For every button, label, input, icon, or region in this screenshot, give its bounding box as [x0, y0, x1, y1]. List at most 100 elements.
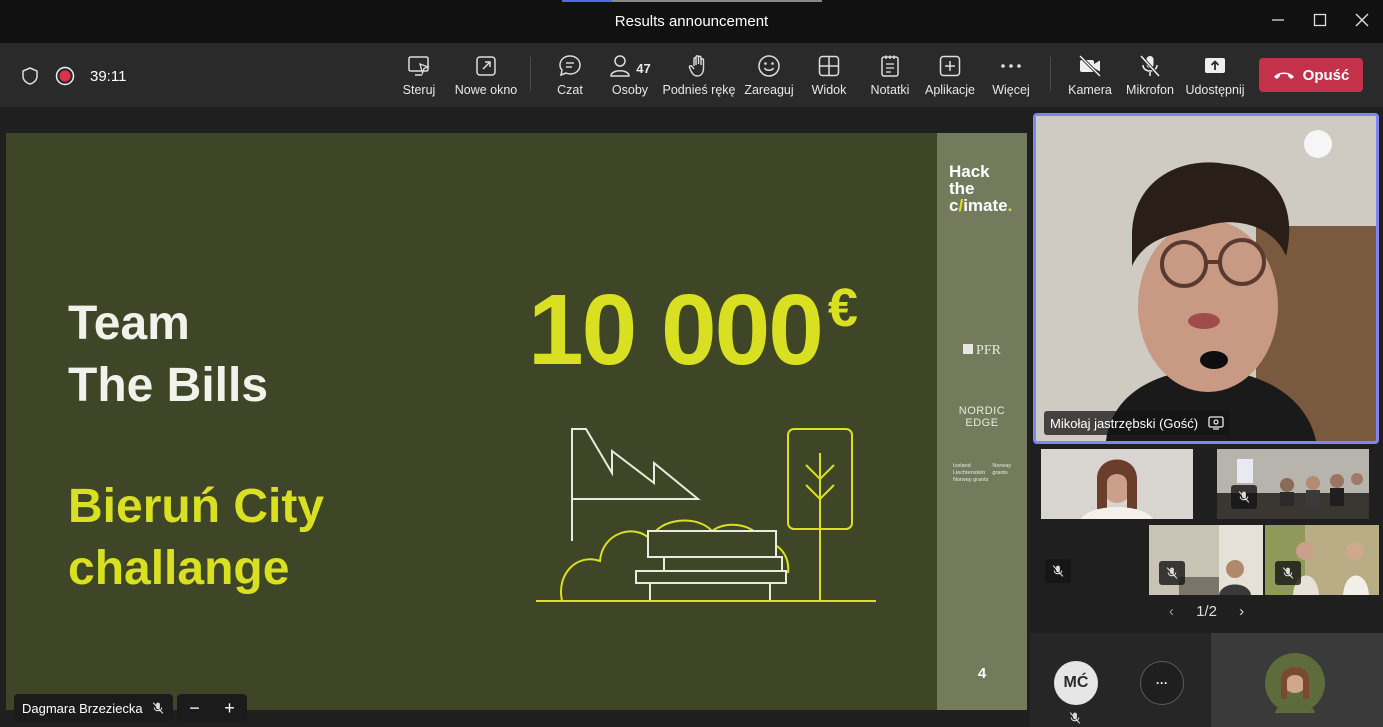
leave-button[interactable]: Opuść	[1259, 58, 1363, 92]
apps-label: Aplikacje	[924, 83, 976, 97]
nordic-edge-logo: NORDIC EDGE	[937, 405, 1027, 429]
nordic-text: NORDIC	[958, 405, 1006, 417]
title-tab-line	[612, 0, 822, 2]
zoom-controls: − +	[177, 694, 247, 722]
hang-up-icon	[1273, 72, 1294, 79]
layout-icon	[818, 55, 840, 77]
muted-indicator	[1159, 561, 1185, 585]
participant-video-frame	[1265, 653, 1325, 713]
pfr-mark	[963, 344, 974, 354]
close-icon	[1355, 13, 1369, 27]
zoom-out-button[interactable]: −	[189, 698, 200, 719]
raise-hand-button[interactable]: Podnieś rękę	[662, 53, 736, 103]
emoji-icon	[758, 55, 780, 77]
people-button[interactable]: 47 Osoby	[608, 53, 652, 103]
slide-sponsor-panel: Hack the c/imate. PFR NORDIC EDGE Icelan…	[937, 133, 1027, 710]
pop-out-icon	[476, 56, 496, 76]
more-icon	[1001, 64, 1021, 68]
eea-norway-grants: Norway grants	[952, 477, 989, 483]
view-button[interactable]: Widok	[808, 53, 850, 103]
share-button[interactable]: Udostępnij	[1184, 53, 1246, 103]
mic-off-icon	[152, 702, 163, 714]
muted-indicator	[1275, 561, 1301, 585]
brand-line-2: the	[949, 179, 975, 198]
avatar[interactable]: MĆ	[1054, 661, 1098, 705]
eea-iceland: Iceland	[952, 463, 971, 469]
camera-label: Kamera	[1068, 83, 1112, 97]
chat-button[interactable]: Czat	[552, 53, 588, 103]
brand-line-1: Hack	[949, 162, 990, 181]
new-window-button[interactable]: Nowe okno	[452, 53, 520, 103]
team-name: Team The Bills	[68, 293, 268, 417]
maximize-icon	[1313, 13, 1327, 27]
eea-liechtenstein: Liechtenstein	[952, 470, 986, 476]
people-label: Osoby	[611, 83, 649, 97]
shield-icon[interactable]	[20, 66, 40, 86]
react-button[interactable]: Zareaguj	[742, 53, 796, 103]
raise-hand-label: Podnieś rękę	[662, 83, 736, 97]
share-label: Udostępnij	[1185, 83, 1245, 97]
people-icon-group: 47	[609, 53, 651, 83]
mic-button[interactable]: Mikrofon	[1124, 53, 1176, 103]
participant-gallery: Mikołaj jastrzębski (Gość) ‹ 1/2 › MĆ ··…	[1030, 107, 1383, 727]
gallery-pager: ‹ 1/2 ›	[1030, 603, 1383, 620]
maximize-button[interactable]	[1308, 10, 1332, 30]
control-button[interactable]: Steruj	[399, 53, 439, 103]
title-bar: Results announcement	[0, 0, 1383, 43]
prev-page-button[interactable]: ‹	[1169, 603, 1174, 620]
meeting-status: 39:11	[20, 65, 126, 87]
toolbar-divider	[530, 57, 531, 91]
more-participants-button[interactable]: ···	[1140, 661, 1184, 705]
apps-button[interactable]: Aplikacje	[924, 53, 976, 103]
close-button[interactable]	[1350, 10, 1374, 30]
toolbar-divider	[1050, 57, 1051, 91]
audio-participants-row: MĆ ···	[1030, 633, 1383, 727]
participant-video-tile[interactable]	[1265, 525, 1379, 595]
eea-grants-left: Iceland Liechtenstein Norway grants	[953, 463, 988, 484]
notes-label: Notatki	[870, 83, 910, 97]
participant-video-frame	[1041, 449, 1193, 519]
mic-off-icon	[1238, 491, 1250, 503]
page-indicator: 1/2	[1196, 603, 1217, 620]
active-speaker-video[interactable]: Mikołaj jastrzębski (Gość)	[1033, 113, 1379, 444]
camera-button[interactable]: Kamera	[1068, 53, 1112, 103]
screen-control-icon	[408, 56, 430, 76]
raise-hand-icon	[688, 55, 705, 77]
recording-icon	[55, 66, 75, 86]
next-page-button[interactable]: ›	[1239, 603, 1244, 620]
mic-off-icon	[1139, 54, 1161, 78]
participant-video-tile[interactable]	[1041, 449, 1193, 519]
participant-video-tile[interactable]	[1149, 525, 1263, 595]
speaker-name: Mikołaj jastrzębski (Gość)	[1050, 415, 1199, 431]
speaker-name-tag: Mikołaj jastrzębski (Gość)	[1044, 411, 1231, 435]
people-count: 47	[636, 60, 651, 76]
participant-video-tile[interactable]	[1033, 525, 1147, 595]
eea-grants-right: Norway grants	[992, 463, 1011, 484]
mic-off-icon	[1166, 567, 1178, 579]
presenter-name: Dagmara Brzeziecka	[22, 700, 143, 716]
muted-indicator	[1045, 559, 1071, 583]
participant-video-tile[interactable]	[1211, 633, 1383, 727]
content-share-icon	[1208, 416, 1224, 430]
muted-indicator	[1231, 485, 1257, 509]
shared-content-stage: Team The Bills Bieruń City challange 10 …	[0, 107, 1030, 727]
brand-line-3-c: imate	[963, 196, 1008, 215]
minimize-button[interactable]	[1266, 10, 1290, 30]
eea-grants-logo: Iceland Liechtenstein Norway grants Norw…	[937, 463, 1027, 484]
participant-video-tile[interactable]	[1217, 449, 1369, 519]
tree-shape	[787, 428, 853, 601]
prize-currency: €	[827, 278, 858, 338]
more-button[interactable]: Więcej	[990, 53, 1032, 103]
chat-icon	[559, 55, 581, 77]
pfr-logo: PFR	[937, 343, 1027, 359]
pfr-text: PFR	[976, 343, 1001, 358]
meeting-toolbar: 39:11 Steruj Nowe okno Czat 47 Osoby Pod…	[0, 43, 1383, 107]
zoom-in-button[interactable]: +	[224, 698, 235, 719]
view-label: Widok	[811, 83, 847, 97]
add-app-icon	[939, 55, 961, 77]
title-tab-accent	[562, 0, 612, 2]
presentation-slide: Team The Bills Bieruń City challange 10 …	[6, 133, 937, 710]
notes-button[interactable]: Notatki	[868, 53, 912, 103]
mic-off-icon	[1069, 712, 1081, 724]
city-illustration	[536, 428, 876, 602]
